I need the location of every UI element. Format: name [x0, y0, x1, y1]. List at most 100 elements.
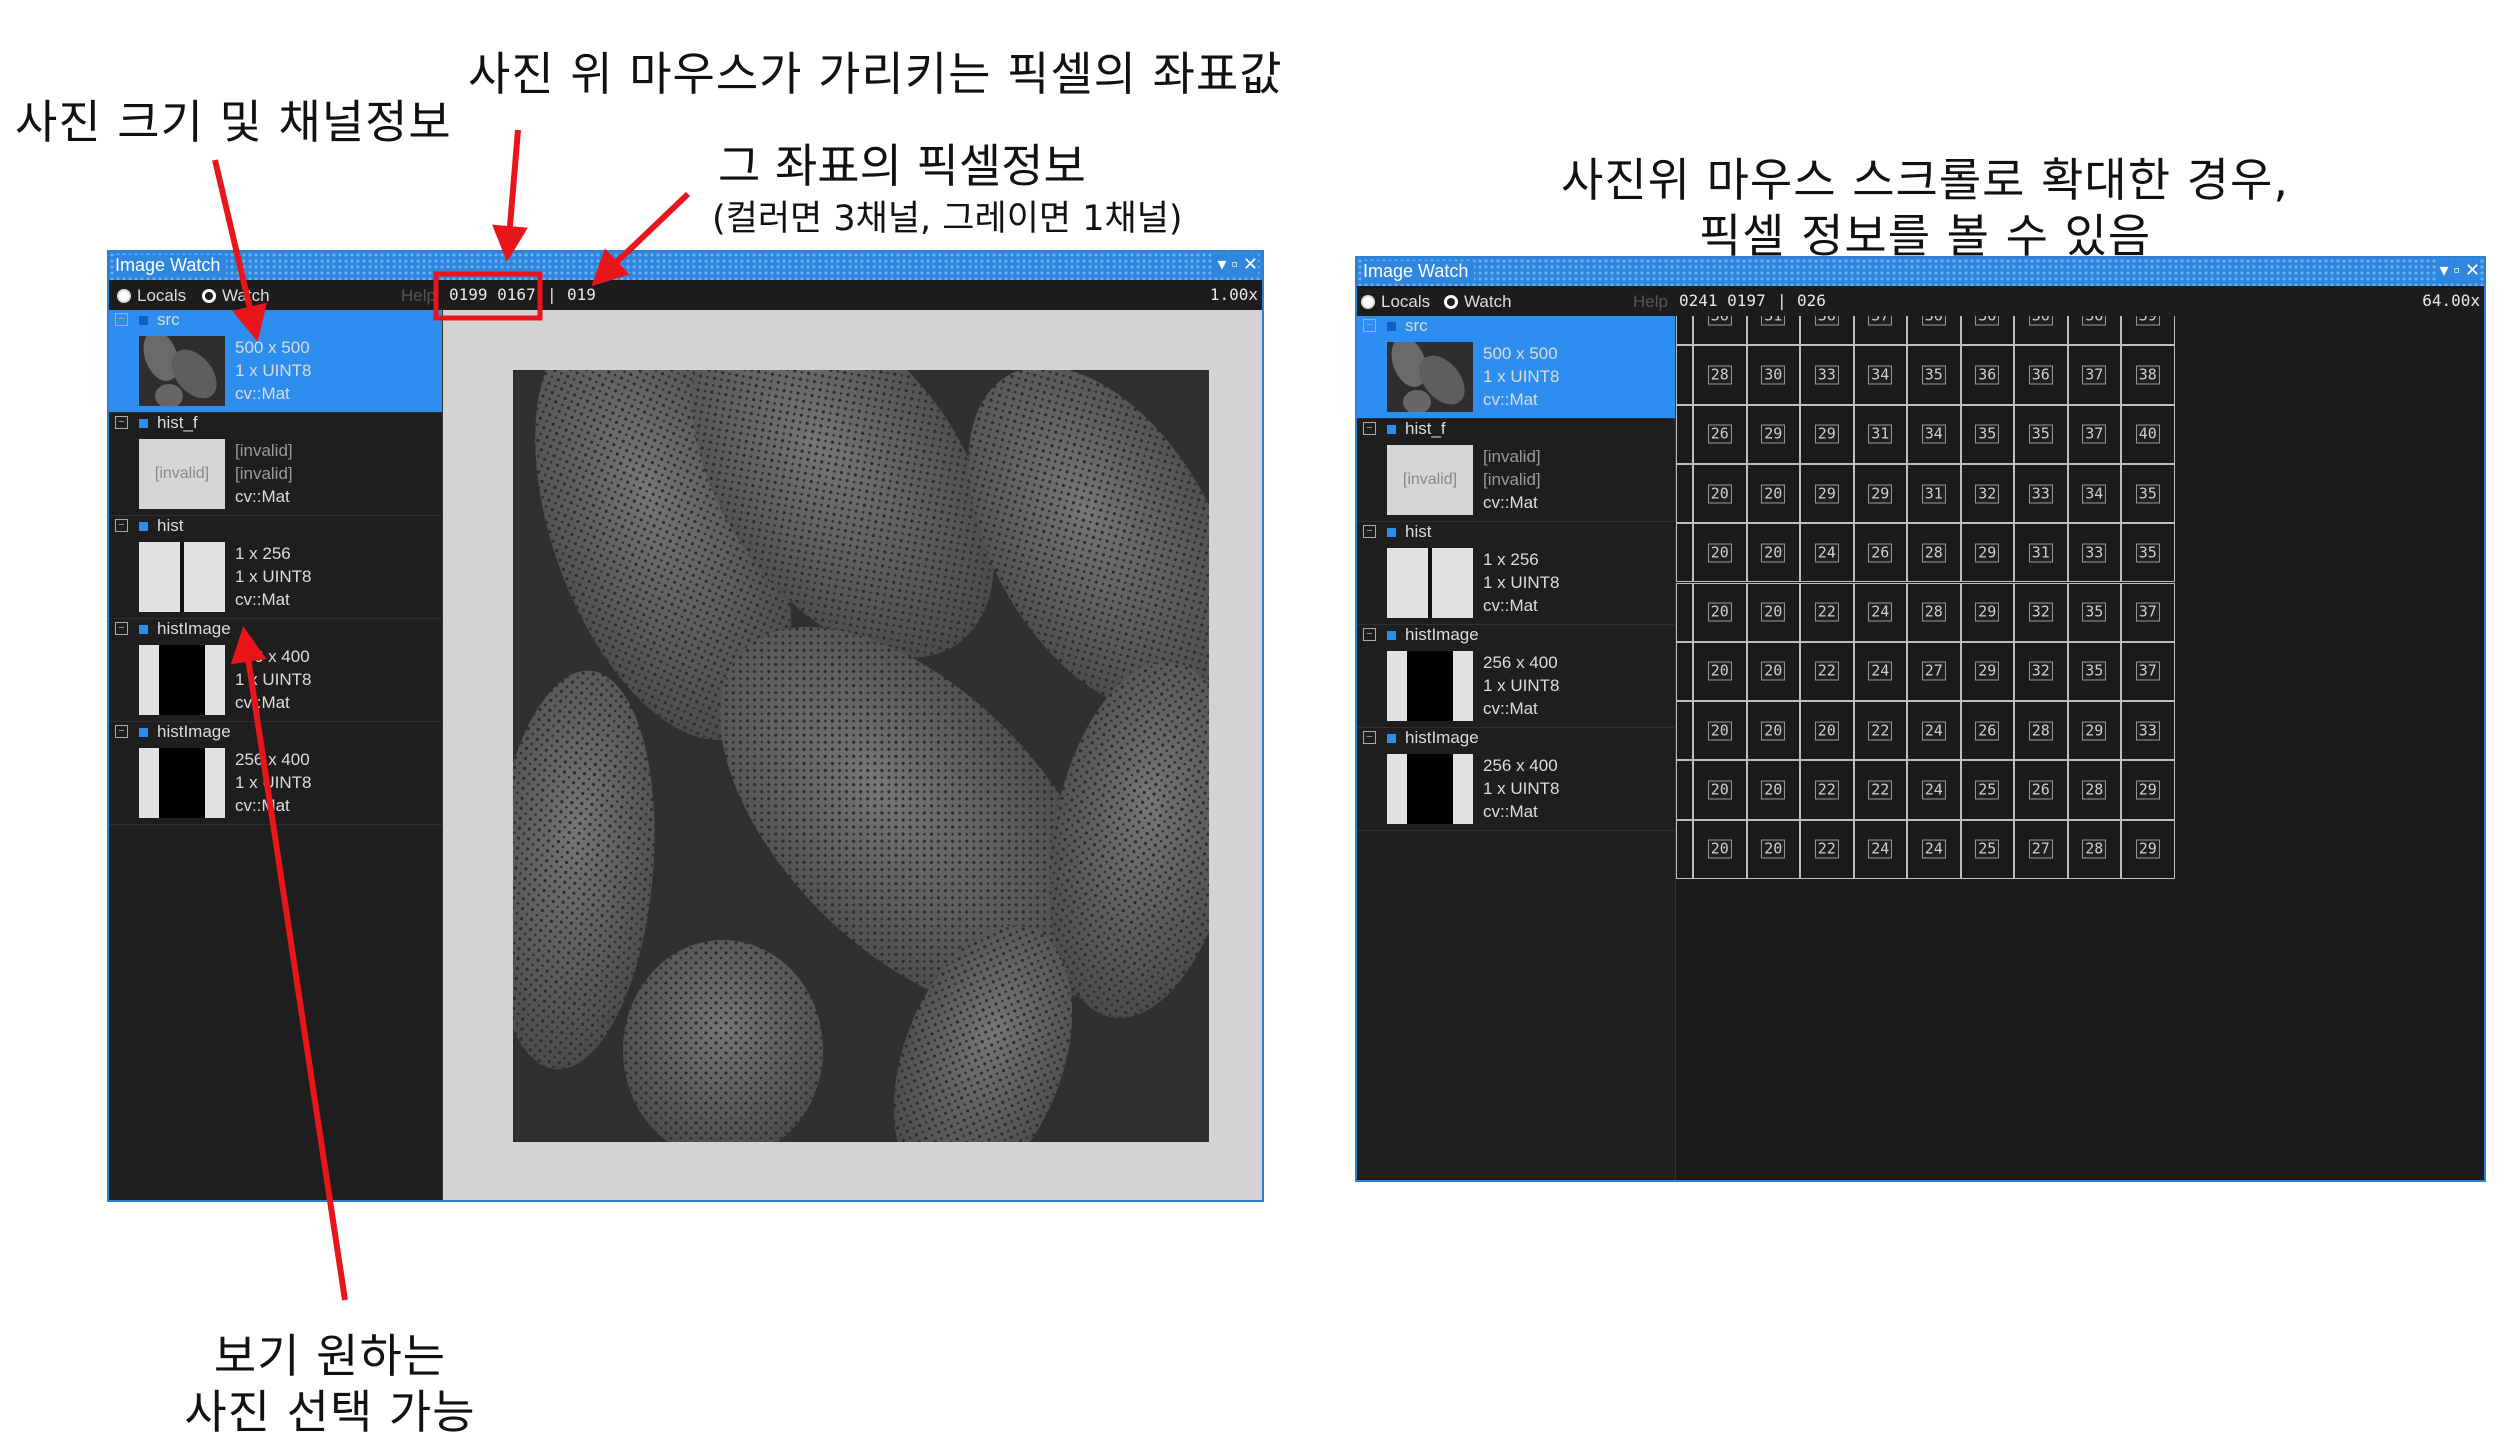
pixel-value-label: 36	[1814, 316, 1839, 326]
item-meta: 256 x 400 1 x UINT8 cv::Mat	[235, 645, 312, 714]
collapse-toggle-icon[interactable]: −	[1363, 525, 1376, 538]
radio-checked-icon	[1444, 295, 1458, 309]
radio-locals-label: Locals	[1381, 292, 1431, 311]
collapse-toggle-icon[interactable]: −	[115, 313, 128, 326]
window-controls[interactable]: ▾ ▫ ✕	[2435, 260, 2480, 281]
collapse-toggle-icon[interactable]: −	[115, 725, 128, 738]
pixel-value-label: 35	[2082, 661, 2107, 681]
item-meta: 256 x 400 1 x UINT8 cv::Mat	[235, 748, 312, 817]
pixel-value-label: 37	[1868, 316, 1893, 326]
pixel-cell: 31	[1746, 316, 1800, 346]
pixel-value-label: 33	[2135, 721, 2160, 741]
radio-watch[interactable]: Watch	[202, 286, 270, 306]
image-list-item[interactable]: − hist 1 x 256 1 x UINT8 cv::Mat	[1357, 522, 1675, 625]
pixel-value-label: 29	[2082, 721, 2107, 741]
pixel-value-label: 28	[2028, 721, 2053, 741]
item-type: 1 x UINT8	[235, 773, 312, 792]
pixel-cell: 29	[1746, 404, 1800, 464]
item-size: 1 x 256	[1483, 550, 1539, 569]
separator: |	[547, 285, 557, 304]
pixel-value-label: 32	[2028, 661, 2053, 681]
pixel-value-label: 20	[1814, 721, 1839, 741]
item-name: hist	[157, 516, 184, 535]
pixel-cell: 24	[1907, 819, 1961, 879]
pixel-value-label: 32	[2028, 602, 2053, 622]
image-list-item[interactable]: − src 500 x 500 1 x UINT8 cv::Mat	[1357, 316, 1675, 419]
window-controls[interactable]: ▾ ▫ ✕	[1213, 254, 1258, 275]
collapse-toggle-icon[interactable]: −	[115, 622, 128, 635]
collapse-toggle-icon[interactable]: −	[1363, 628, 1376, 641]
image-list-item[interactable]: − histImage 256 x 400 1 x UINT8 cv::Mat	[109, 619, 442, 722]
pixel-value-label: 20	[1707, 484, 1732, 504]
help-link[interactable]: Help	[1633, 292, 1668, 312]
item-meta: 500 x 500 1 x UINT8 cv::Mat	[235, 336, 312, 405]
title-bar: Image Watch ▾ ▫ ✕	[109, 252, 1262, 280]
item-class: cv::Mat	[1483, 699, 1538, 718]
pixel-grid-viewer[interactable]: 36 31 36 37 36 36 36 36 39 28 30 33 34 35 36 36 37 38 26 29…	[1676, 316, 2484, 1180]
pixel-value-label: 29	[1975, 661, 2000, 681]
pixel-cell: 24	[1853, 582, 1907, 642]
pixel-cell: 24	[1853, 819, 1907, 879]
collapse-toggle-icon[interactable]: −	[115, 519, 128, 532]
image-list-item[interactable]: − hist 1 x 256 1 x UINT8 cv::Mat	[109, 516, 442, 619]
pixel-cell: 31	[2014, 523, 2068, 583]
pixel-cell: 22	[1800, 760, 1854, 820]
pixel-cell: 37	[2121, 582, 2175, 642]
pixel-value-label: 26	[1975, 721, 2000, 741]
image-canvas[interactable]	[513, 370, 1209, 1142]
pixel-value-label: 24	[1921, 839, 1946, 859]
item-meta: 256 x 400 1 x UINT8 cv::Mat	[1483, 754, 1560, 823]
pixel-cell: 35	[2067, 641, 2121, 702]
pixel-cell: 35	[1907, 345, 1961, 405]
collapse-toggle-icon[interactable]: −	[115, 416, 128, 429]
image-list-item[interactable]: − hist_f [invalid] [invalid] [invalid] cv::Ma…	[109, 413, 442, 516]
item-size: 256 x 400	[235, 750, 310, 769]
pixel-cell: 31	[1907, 463, 1961, 524]
pixel-cell: 37	[1853, 316, 1907, 346]
collapse-toggle-icon[interactable]: −	[1363, 731, 1376, 744]
radio-watch[interactable]: Watch	[1444, 292, 1512, 312]
pixel-value-label: 29	[1814, 424, 1839, 444]
pollen-image	[513, 370, 1209, 1142]
pixel-value-label: 29	[2135, 780, 2160, 800]
item-class: cv::Mat	[235, 693, 290, 712]
image-viewer[interactable]	[443, 310, 1262, 1200]
item-marker-icon	[1387, 734, 1396, 743]
help-link[interactable]: Help	[401, 286, 436, 306]
item-marker-icon	[139, 625, 148, 634]
image-list-item[interactable]: − histImage 256 x 400 1 x UINT8 cv::Mat	[109, 722, 442, 825]
pixel-value-label: 37	[2135, 602, 2160, 622]
pixel-cell: 26	[1693, 404, 1747, 464]
item-class: cv::Mat	[235, 384, 290, 403]
pixel-cell: 25	[1960, 760, 2014, 820]
item-name: histImage	[157, 722, 231, 741]
image-list-item[interactable]: − histImage 256 x 400 1 x UINT8 cv::Mat	[1357, 625, 1675, 728]
radio-locals[interactable]: Locals	[1361, 292, 1430, 312]
item-size: [invalid]	[235, 441, 293, 460]
radio-locals[interactable]: Locals	[117, 286, 186, 306]
pixel-cell: 20	[1746, 582, 1800, 642]
item-name: hist_f	[1405, 419, 1446, 438]
pixel-value-label: 37	[2082, 424, 2107, 444]
image-list-item[interactable]: − histImage 256 x 400 1 x UINT8 cv::Mat	[1357, 728, 1675, 831]
pixel-cell: 35	[2121, 523, 2175, 583]
item-marker-icon	[139, 728, 148, 737]
radio-locals-label: Locals	[137, 286, 187, 305]
pixel-value-label: 35	[2135, 484, 2160, 504]
item-class: cv::Mat	[1483, 802, 1538, 821]
pixel-value-label: 24	[1868, 661, 1893, 681]
pixel-value-label: 27	[1921, 661, 1946, 681]
collapse-toggle-icon[interactable]: −	[1363, 422, 1376, 435]
image-list-panel: − src 500 x 500 1 x UINT8 cv::Mat − hist_f [inv…	[109, 310, 443, 1200]
pixel-cell: 40	[2121, 404, 2175, 464]
thumbnail-invalid: [invalid]	[139, 439, 225, 509]
pixel-value-label: 39	[2135, 316, 2160, 326]
pixel-cell: 20	[1746, 819, 1800, 879]
thumbnail-invalid: [invalid]	[1387, 445, 1473, 515]
radio-checked-icon	[202, 289, 216, 303]
image-list-item[interactable]: − hist_f [invalid] [invalid] [invalid] cv::Ma…	[1357, 419, 1675, 522]
image-list-item[interactable]: − src 500 x 500 1 x UINT8 cv::Mat	[109, 310, 442, 413]
pixel-value-label: 37	[2082, 365, 2107, 385]
collapse-toggle-icon[interactable]: −	[1363, 319, 1376, 332]
pixel-value-label: 36	[2082, 316, 2107, 326]
